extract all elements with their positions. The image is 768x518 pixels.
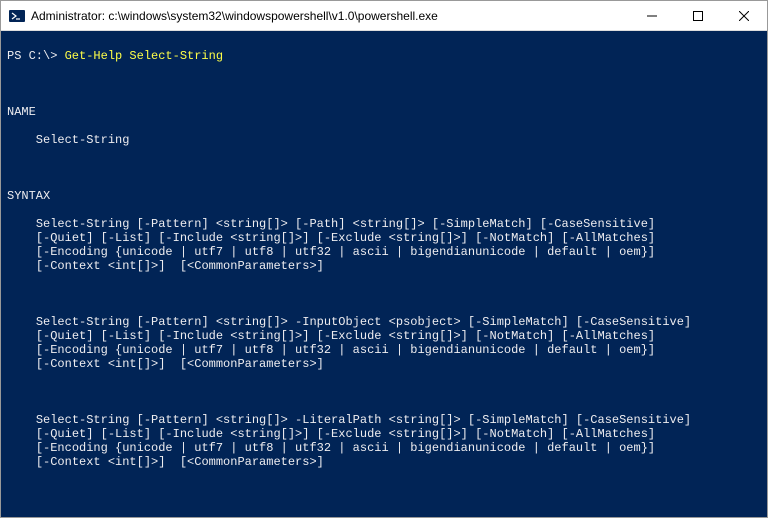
blank-line (7, 77, 761, 91)
window-title: Administrator: c:\windows\system32\windo… (31, 9, 629, 23)
maximize-button[interactable] (675, 1, 721, 31)
syntax-block-1: Select-String [-Pattern] <string[]> [-Pa… (7, 217, 761, 273)
command-argument: Select-String (129, 49, 223, 63)
minimize-button[interactable] (629, 1, 675, 31)
window-titlebar: Administrator: c:\windows\system32\windo… (1, 1, 767, 31)
syntax-header: SYNTAX (7, 189, 761, 203)
blank-line (7, 287, 761, 301)
syntax-block-2: Select-String [-Pattern] <string[]> -Inp… (7, 315, 761, 371)
command-cmdlet: Get-Help (65, 49, 130, 63)
syntax-block-3: Select-String [-Pattern] <string[]> -Lit… (7, 413, 761, 469)
prompt: PS C:\> (7, 49, 65, 63)
terminal-output[interactable]: PS C:\> Get-Help Select-String NAME Sele… (1, 31, 767, 517)
powershell-icon (9, 8, 25, 24)
blank-line (7, 385, 761, 399)
blank-line (7, 483, 761, 497)
blank-line (7, 511, 761, 517)
blank-line (7, 161, 761, 175)
close-button[interactable] (721, 1, 767, 31)
name-value: Select-String (7, 133, 761, 147)
name-header: NAME (7, 105, 761, 119)
